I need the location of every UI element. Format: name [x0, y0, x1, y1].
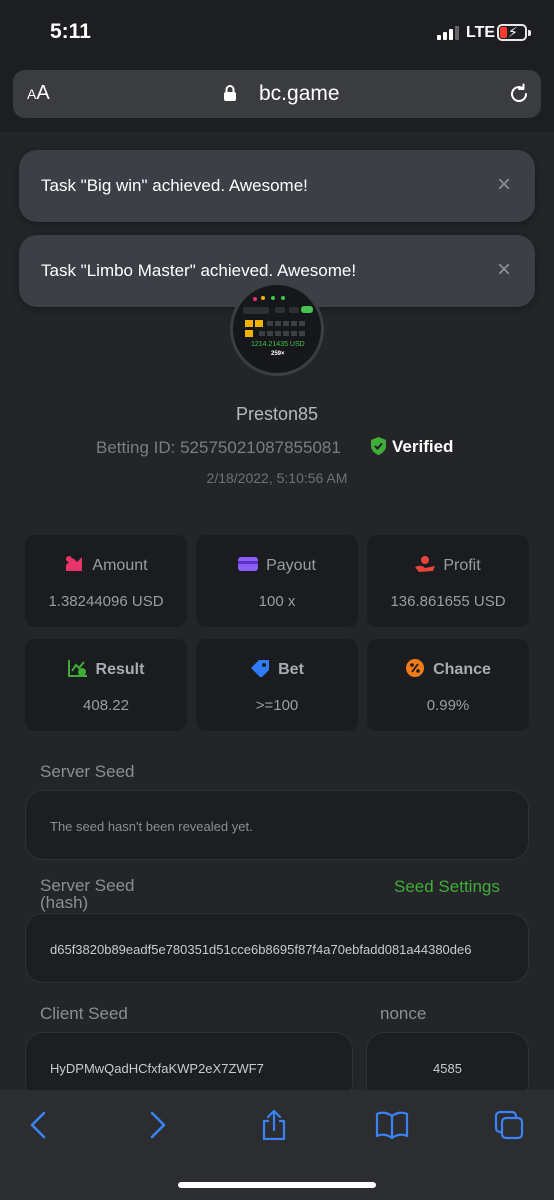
server-seed-hash-label-line1: Server Seed [40, 876, 135, 895]
seed-settings-link[interactable]: Seed Settings [394, 877, 500, 897]
avatar-amount: 1214.21435 USD [251, 341, 305, 348]
server-seed-value: The seed hasn't been revealed yet. [50, 819, 253, 834]
toast-notification[interactable]: Task "Big win" achieved. Awesome! × [19, 150, 535, 222]
url-domain[interactable]: bc.game [259, 82, 340, 106]
toast-message: Task "Big win" achieved. Awesome! [41, 176, 308, 195]
nonce-value: 4585 [433, 1061, 462, 1076]
home-indicator [178, 1182, 376, 1188]
bet-date: 2/18/2022, 5:10:56 AM [206, 470, 348, 486]
hand-coin-icon [415, 556, 436, 572]
screen: 5:11 LTE ⚡ AA bc.game Task "Big win" ach… [0, 0, 554, 1200]
verified-label: Verified [392, 437, 454, 456]
bookmarks-icon[interactable] [375, 1110, 409, 1140]
username: Preston85 [235, 404, 319, 424]
status-bar: 5:11 LTE ⚡ [0, 0, 554, 62]
stat-label: Result [95, 661, 145, 678]
stat-value: 100 x [258, 593, 296, 610]
verified-badge: Verified [371, 437, 453, 457]
forward-icon[interactable] [142, 1110, 172, 1140]
avatar-multiplier: 259× [271, 351, 285, 357]
shield-check-icon [371, 437, 386, 455]
server-seed-hash-field[interactable]: d65f3820b89eadf5e780351d51cce6b8695f87f4… [25, 913, 529, 983]
stat-card-payout: Payout 100 x [196, 535, 358, 627]
page-content: Task "Big win" achieved. Awesome! × Task… [0, 132, 554, 1090]
toast-message: Task "Limbo Master" achieved. Awesome! [41, 261, 357, 280]
nonce-field[interactable]: 4585 [366, 1032, 529, 1090]
stat-label: Amount [92, 557, 148, 574]
server-seed-hash-label-line2: (hash) [40, 893, 89, 912]
stat-value: 408.22 [83, 697, 129, 714]
tabs-icon[interactable] [494, 1110, 524, 1140]
stat-label: Payout [266, 557, 316, 574]
server-seed-hash-value: d65f3820b89eadf5e780351d51cce6b8695f87f4… [50, 942, 472, 957]
stat-value: 136.861655 USD [390, 593, 506, 610]
client-seed-label: Client Seed [40, 1004, 128, 1023]
stat-card-chance: Chance 0.99% [367, 639, 529, 731]
network-label: LTE [466, 24, 496, 41]
status-time: 5:11 [50, 20, 91, 43]
share-icon[interactable] [259, 1110, 289, 1140]
wallet-icon [238, 557, 259, 571]
close-icon[interactable]: × [497, 256, 511, 284]
nonce-label: nonce [380, 1004, 427, 1023]
address-bar[interactable]: AA bc.game [13, 70, 541, 118]
battery-icon: ⚡ [497, 24, 527, 41]
client-seed-field[interactable]: HyDPMwQadHCfxfaKWP2eX7ZWF7 [25, 1032, 353, 1090]
stat-card-amount: Amount 1.38244096 USD [25, 535, 187, 627]
stat-value: 0.99% [426, 697, 470, 714]
server-seed-field[interactable]: The seed hasn't been revealed yet. [25, 790, 529, 860]
stat-value: 1.38244096 USD [48, 593, 164, 610]
text-size-button[interactable]: AA [27, 82, 50, 105]
tag-icon [251, 660, 270, 677]
server-seed-label: Server Seed [40, 762, 135, 781]
stat-label: Chance [433, 661, 491, 678]
stat-value: >=100 [255, 697, 299, 714]
server-seed-hash-label: Server Seed (hash) [40, 877, 135, 911]
stat-label: Profit [443, 557, 481, 574]
stat-card-profit: Profit 136.861655 USD [367, 535, 529, 627]
client-seed-value: HyDPMwQadHCfxfaKWP2eX7ZWF7 [50, 1061, 264, 1076]
avatar: 1214.21435 USD 259× [230, 282, 324, 376]
coins-icon [66, 556, 83, 571]
stat-card-bet: Bet >=100 [196, 639, 358, 731]
stat-label: Bet [278, 661, 304, 678]
stat-card-result: Result 408.22 [25, 639, 187, 731]
percent-icon [406, 659, 425, 677]
battery-cap [528, 30, 531, 36]
betting-id: Betting ID: 52575021087855081 [96, 438, 341, 457]
back-icon[interactable] [24, 1110, 54, 1140]
reload-icon[interactable] [507, 82, 531, 106]
signal-icon [437, 26, 461, 40]
lock-icon [224, 85, 236, 101]
close-icon[interactable]: × [497, 171, 511, 199]
chart-check-icon [67, 660, 87, 677]
